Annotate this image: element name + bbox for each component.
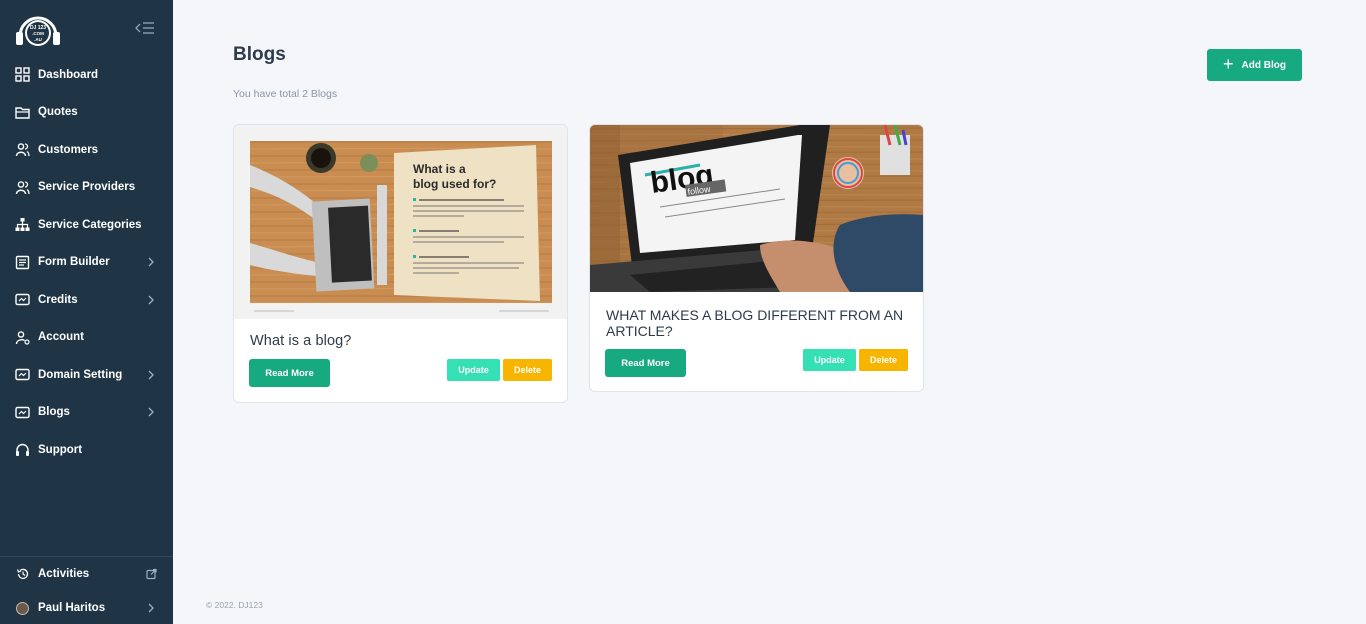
- activities-label: Activities: [38, 568, 90, 580]
- update-button[interactable]: Update: [447, 359, 500, 381]
- blog-title[interactable]: What is a blog?: [250, 333, 351, 349]
- form-icon: [15, 255, 30, 269]
- delete-button[interactable]: Delete: [859, 349, 908, 371]
- plus-icon: +: [1223, 53, 1234, 74]
- dj123-logo[interactable]: DJ 123 .COM .AU: [14, 12, 62, 48]
- sidebar-item-label: Service Providers: [38, 181, 136, 194]
- page-title: Blogs: [233, 44, 286, 65]
- sidebar-item-account[interactable]: Account: [0, 319, 173, 357]
- read-more-button[interactable]: Read More: [605, 349, 686, 377]
- card-icon: [15, 369, 30, 381]
- sidebar-bottom: Activities Paul Haritos: [0, 556, 173, 624]
- sidebar-item-form-builder[interactable]: Form Builder: [0, 244, 173, 282]
- sidebar: DJ 123 .COM .AU Dashboard Quotes Custome…: [0, 0, 173, 624]
- sidebar-item-label: Dashboard: [38, 68, 99, 81]
- sidebar-item-domain-setting[interactable]: Domain Setting: [0, 356, 173, 394]
- sidebar-item-blogs[interactable]: Blogs: [0, 394, 173, 432]
- card-icon: [15, 294, 30, 306]
- sidebar-item-label: Account: [38, 331, 84, 344]
- chevron-right-icon: [148, 370, 154, 380]
- headphones-icon: [16, 444, 29, 457]
- chevron-right-icon: [148, 603, 154, 613]
- sidebar-item-label: Service Categories: [38, 218, 142, 231]
- sidebar-item-dashboard[interactable]: Dashboard: [0, 56, 173, 94]
- blog-title[interactable]: WHAT MAKES A BLOG DIFFERENT FROM AN ARTI…: [606, 307, 906, 339]
- sidebar-item-label: Form Builder: [38, 256, 110, 269]
- svg-text:blog used for?: blog used for?: [413, 177, 496, 191]
- delete-button[interactable]: Delete: [503, 359, 552, 381]
- sidebar-collapse-icon[interactable]: [134, 18, 156, 38]
- avatar: [16, 601, 29, 615]
- hierarchy-icon: [15, 218, 30, 232]
- footer-copyright: © 2022. DJ123: [206, 600, 263, 610]
- user-settings-icon: [15, 330, 30, 345]
- chevron-right-icon: [148, 295, 154, 305]
- sidebar-item-quotes[interactable]: Quotes: [0, 94, 173, 132]
- blog-thumbnail[interactable]: blog follow: [590, 125, 923, 292]
- logo-row: DJ 123 .COM .AU: [0, 0, 173, 58]
- blog-count: You have total 2 Blogs: [233, 88, 338, 100]
- card-icon: [15, 406, 30, 418]
- blog-card: What is a blog used for? What is a blog?…: [233, 124, 568, 403]
- blog-image-laptop: blog follow: [590, 125, 923, 292]
- external-link-icon[interactable]: [146, 568, 157, 580]
- history-icon: [16, 568, 29, 579]
- sidebar-item-label: Quotes: [38, 106, 78, 119]
- svg-text:.AU: .AU: [34, 37, 42, 42]
- read-more-button[interactable]: Read More: [249, 359, 330, 387]
- sidebar-item-label: Customers: [38, 143, 99, 156]
- sidebar-nav: Dashboard Quotes Customers Service Provi…: [0, 56, 173, 469]
- user-menu[interactable]: Paul Haritos: [0, 591, 173, 624]
- add-blog-button[interactable]: + Add Blog: [1207, 49, 1302, 81]
- blog-card: blog follow WHAT MAKES A BLOG DIFFERENT …: [589, 124, 924, 392]
- sidebar-item-service-providers[interactable]: Service Providers: [0, 169, 173, 207]
- svg-text:.COM: .COM: [32, 31, 44, 36]
- add-blog-label: Add Blog: [1241, 59, 1286, 71]
- main-content: Blogs You have total 2 Blogs + Add Blog: [173, 0, 1366, 624]
- dashboard-icon: [15, 67, 30, 82]
- sidebar-item-label: Credits: [38, 293, 78, 306]
- activities-link[interactable]: Activities: [0, 557, 173, 591]
- chevron-right-icon: [148, 257, 154, 267]
- sidebar-item-support[interactable]: Support: [0, 431, 173, 469]
- sidebar-item-customers[interactable]: Customers: [0, 131, 173, 169]
- chevron-right-icon: [148, 407, 154, 417]
- users-icon: [15, 143, 30, 157]
- sidebar-item-label: Support: [38, 443, 83, 456]
- svg-text:What is a: What is a: [413, 162, 466, 176]
- sidebar-item-label: Blogs: [38, 406, 70, 419]
- update-button[interactable]: Update: [803, 349, 856, 371]
- user-name: Paul Haritos: [38, 602, 106, 614]
- blog-image-what-is-a-blog: What is a blog used for?: [234, 125, 567, 319]
- users-icon: [15, 180, 30, 194]
- sidebar-item-service-categories[interactable]: Service Categories: [0, 206, 173, 244]
- blog-thumbnail[interactable]: What is a blog used for?: [234, 125, 567, 319]
- sidebar-item-label: Domain Setting: [38, 368, 123, 381]
- sidebar-item-credits[interactable]: Credits: [0, 281, 173, 319]
- folder-icon: [15, 107, 30, 119]
